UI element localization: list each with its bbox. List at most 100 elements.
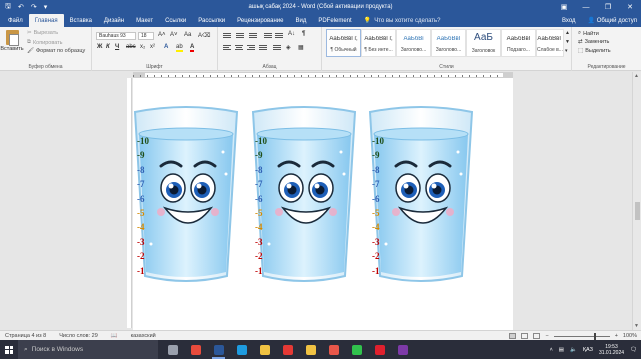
water-glass-image[interactable]: -10 -9 -8 -7 -6 -5 -4 -3 -2 -1: [131, 104, 241, 284]
clear-format-icon[interactable]: A⌫: [198, 32, 211, 39]
find-button[interactable]: ⌕ Найти: [578, 30, 599, 37]
taskbar-search[interactable]: ⌕ Поиск в Windows: [18, 340, 158, 359]
paste-button[interactable]: Вставить: [0, 30, 24, 52]
start-button[interactable]: [0, 340, 18, 359]
redo-icon[interactable]: ↷: [31, 3, 37, 11]
word-count[interactable]: Число слов: 29: [59, 333, 98, 339]
language-indicator[interactable]: казахский: [131, 333, 156, 339]
mail-icon[interactable]: [325, 340, 342, 359]
superscript-button[interactable]: x²: [150, 44, 155, 50]
tray-expand-icon[interactable]: ˄: [550, 347, 553, 353]
tell-me-box[interactable]: 💡 Что вы хотите сделать?: [358, 14, 449, 27]
clock[interactable]: 19:53 31.01.2024: [599, 344, 624, 356]
share-button[interactable]: 👤 Общий доступ: [588, 17, 637, 24]
scroll-thumb[interactable]: [635, 202, 640, 220]
minimize-button[interactable]: —: [575, 4, 597, 11]
align-center-icon[interactable]: [235, 45, 243, 52]
multilevel-list-icon[interactable]: [249, 33, 257, 40]
signin-link[interactable]: Вход: [562, 18, 576, 24]
task-view-icon[interactable]: [164, 340, 181, 359]
close-button[interactable]: ✕: [619, 3, 641, 11]
shrink-font-icon[interactable]: A˅: [170, 32, 178, 38]
increase-indent-icon[interactable]: [275, 33, 283, 40]
replace-button[interactable]: ⇄ Заменить: [578, 39, 609, 45]
style-subtle-emphasis[interactable]: АаБбВвГ Слабое в...: [536, 29, 564, 57]
volume-icon[interactable]: 🔈: [570, 347, 577, 353]
style-subtitle[interactable]: АаБбВвІ Подзаго...: [501, 29, 536, 57]
tab-pdfelement[interactable]: PDFelement: [312, 14, 357, 27]
tab-file[interactable]: Файл: [2, 14, 29, 27]
keyboard-language[interactable]: ҚАЗ: [583, 347, 593, 353]
folder-icon[interactable]: [302, 340, 319, 359]
font-size-select[interactable]: 18: [138, 32, 154, 40]
yandex-browser-icon[interactable]: [187, 340, 204, 359]
underline-button[interactable]: Ч: [115, 44, 119, 50]
style-normal[interactable]: АаБбВвГг, ¶ Обычный: [326, 29, 361, 57]
ribbon-display-icon[interactable]: ▣: [553, 3, 575, 11]
web-layout-button[interactable]: [533, 333, 541, 339]
text-effects-icon[interactable]: A: [164, 44, 168, 50]
read-mode-button[interactable]: [521, 333, 529, 339]
proofing-icon[interactable]: 📖: [111, 333, 118, 339]
page-count[interactable]: Страница 4 из 8: [5, 333, 46, 339]
grow-font-icon[interactable]: A˄: [158, 32, 166, 38]
font-color-icon[interactable]: A: [190, 44, 195, 52]
water-glass-image[interactable]: -10 -9 -8 -7 -6 -5 -4 -3 -2 -1: [366, 104, 476, 284]
tab-view[interactable]: Вид: [289, 14, 312, 27]
network-icon[interactable]: ▤: [559, 347, 564, 353]
zoom-level[interactable]: 100%: [623, 333, 637, 339]
italic-button[interactable]: К: [106, 44, 110, 50]
line-spacing-icon[interactable]: [273, 45, 281, 52]
justify-icon[interactable]: [259, 45, 267, 52]
font-name-select[interactable]: Bauhaus 93: [96, 32, 136, 40]
save-icon[interactable]: 🖫: [5, 2, 11, 13]
zoom-slider[interactable]: [553, 332, 610, 340]
sort-icon[interactable]: A↓: [288, 31, 295, 37]
water-glass-image[interactable]: -10 -9 -8 -7 -6 -5 -4 -3 -2 -1: [249, 104, 359, 284]
vertical-scrollbar[interactable]: ▲ ▼: [632, 72, 641, 330]
borders-icon[interactable]: ▦: [298, 44, 304, 51]
tab-references[interactable]: Ссылки: [159, 14, 192, 27]
word-icon[interactable]: [210, 340, 227, 359]
tab-review[interactable]: Рецензирование: [231, 14, 289, 27]
tab-design[interactable]: Дизайн: [98, 14, 130, 27]
bullets-icon[interactable]: [223, 33, 231, 40]
subscript-button[interactable]: x₂: [140, 44, 145, 50]
styles-scroll-down-icon[interactable]: ▼: [565, 39, 570, 45]
maximize-button[interactable]: ❐: [597, 3, 619, 11]
change-case-icon[interactable]: Aa: [184, 32, 191, 38]
print-layout-button[interactable]: [509, 333, 517, 339]
yandex-icon[interactable]: [279, 340, 296, 359]
undo-icon[interactable]: ↶: [18, 3, 24, 11]
tab-mailings[interactable]: Рассылки: [192, 14, 231, 27]
style-heading-2[interactable]: АаБбВвІ Заголово...: [431, 29, 466, 57]
opera-icon[interactable]: [371, 340, 388, 359]
tab-insert[interactable]: Вставка: [64, 14, 98, 27]
select-button[interactable]: ⬚ Выделить: [578, 48, 611, 54]
format-painter-button[interactable]: 🖌 Формат по образцу: [27, 48, 85, 54]
styles-scroll-up-icon[interactable]: ▲: [565, 30, 570, 36]
shading-icon[interactable]: ◈: [286, 44, 291, 51]
edge-icon[interactable]: [233, 340, 250, 359]
style-no-spacing[interactable]: АаБбВвГг, ¶ Без инте...: [361, 29, 396, 57]
zoom-out-icon[interactable]: −: [545, 333, 548, 339]
align-left-icon[interactable]: [223, 45, 231, 52]
zoom-in-icon[interactable]: +: [615, 333, 618, 339]
bold-button[interactable]: Ж: [97, 44, 102, 50]
customize-icon[interactable]: ▾: [44, 3, 48, 11]
copy-button[interactable]: ⧉ Копировать: [27, 39, 63, 46]
style-heading-1[interactable]: АаБбВі Заголово...: [396, 29, 431, 57]
highlight-icon[interactable]: ab: [176, 44, 183, 52]
notifications-icon[interactable]: 🗨: [630, 347, 637, 353]
onenote-icon[interactable]: [394, 340, 411, 359]
scroll-down-icon[interactable]: ▼: [634, 323, 639, 329]
cut-button[interactable]: ✂ Вырезать: [27, 30, 58, 36]
scroll-up-icon[interactable]: ▲: [634, 73, 639, 79]
align-right-icon[interactable]: [247, 45, 255, 52]
whatsapp-icon[interactable]: [348, 340, 365, 359]
file-explorer-icon[interactable]: [256, 340, 273, 359]
styles-more-icon[interactable]: ▾: [565, 48, 568, 54]
numbering-icon[interactable]: [236, 33, 244, 40]
tab-layout[interactable]: Макет: [130, 14, 159, 27]
show-marks-icon[interactable]: ¶: [302, 31, 305, 37]
